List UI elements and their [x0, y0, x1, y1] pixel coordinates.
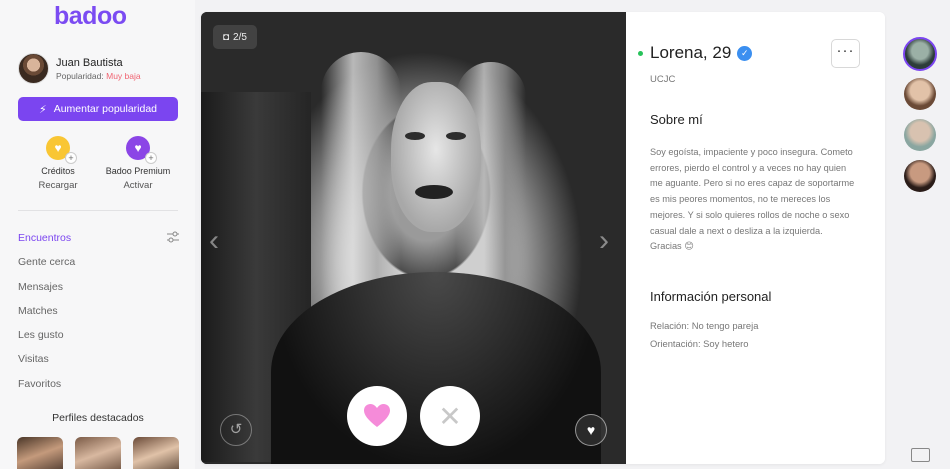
- pass-button[interactable]: ✕: [420, 386, 480, 446]
- boost-popularity-button[interactable]: ⚡ Aumentar popularidad: [18, 97, 178, 121]
- activate-link[interactable]: Activar: [98, 180, 178, 191]
- previous-photo-arrow-icon[interactable]: ‹: [209, 224, 219, 258]
- profile-thumbnail-active[interactable]: [903, 37, 937, 71]
- recharge-link[interactable]: Recargar: [18, 180, 98, 191]
- nav-item-gente-cerca[interactable]: Gente cerca: [18, 253, 180, 277]
- superlike-button[interactable]: ♥: [575, 414, 607, 446]
- profile-name: Lorena, 29 ✓: [650, 43, 753, 63]
- profile-bio: Soy egoísta, impaciente y poco insegura.…: [650, 147, 855, 252]
- online-indicator: [638, 51, 643, 56]
- badoo-logo[interactable]: badoo: [54, 2, 127, 31]
- about-heading: Sobre mí: [650, 112, 703, 127]
- boost-popularity-label: Aumentar popularidad: [53, 103, 158, 115]
- next-photo-arrow-icon[interactable]: ›: [599, 224, 609, 258]
- close-icon: ✕: [438, 400, 462, 432]
- popularity-value: Muy baja: [106, 70, 141, 81]
- profile-thumbnail[interactable]: [904, 78, 936, 110]
- nav-item-encuentros[interactable]: Encuentros: [18, 229, 180, 253]
- heart-icon: [364, 404, 390, 427]
- nav-item-les-gusto[interactable]: Les gusto: [18, 326, 180, 350]
- relationship-status: Relación: No tengo pareja: [650, 320, 759, 331]
- premium-title: Badoo Premium: [105, 166, 171, 176]
- nav-item-matches[interactable]: Matches: [18, 302, 180, 326]
- like-button[interactable]: [347, 386, 407, 446]
- nav-item-visitas[interactable]: Visitas: [18, 350, 180, 374]
- profile-thumbnail[interactable]: [904, 160, 936, 192]
- profile-details: Lorena, 29 ✓ ··· UCJC Sobre mí Soy egoís…: [626, 12, 885, 464]
- featured-profile[interactable]: [17, 437, 63, 469]
- credits-title: Créditos: [41, 166, 75, 176]
- verified-icon: ✓: [737, 45, 753, 61]
- keyboard-shortcuts-icon[interactable]: [911, 448, 930, 462]
- credits-widget[interactable]: ♥ + Créditos Recargar: [18, 136, 98, 191]
- main-navigation: Encuentros Gente cerca Mensajes Matches …: [18, 229, 180, 399]
- profile-photo[interactable]: ◘ 2/5 ‹ › ↺ ✕ ♥: [201, 12, 626, 464]
- featured-profile[interactable]: [75, 437, 121, 469]
- orientation: Orientación: Soy hetero: [650, 338, 749, 349]
- user-profile[interactable]: Juan Bautista Popularidad: Muy baja: [18, 53, 141, 84]
- popularity-status: Popularidad: Muy baja: [56, 70, 141, 81]
- featured-profile[interactable]: [133, 437, 179, 469]
- photo-counter: ◘ 2/5: [213, 25, 257, 49]
- personal-info-heading: Información personal: [650, 289, 772, 304]
- heart-coin-icon: ♥ +: [46, 136, 77, 164]
- encounter-card: ◘ 2/5 ‹ › ↺ ✕ ♥ Lorena, 29 ✓ ··· UCJC So…: [201, 12, 885, 464]
- profile-thumbnail[interactable]: [904, 119, 936, 151]
- filter-icon[interactable]: [166, 230, 180, 244]
- sidebar: badoo Juan Bautista Popularidad: Muy baj…: [0, 0, 195, 469]
- avatar[interactable]: [18, 53, 49, 84]
- plus-icon: +: [65, 152, 77, 164]
- divider: [18, 210, 178, 211]
- undo-icon: ↺: [229, 421, 243, 438]
- nav-item-favoritos[interactable]: Favoritos: [18, 375, 180, 399]
- profile-name-age: Lorena, 29: [650, 43, 732, 62]
- plus-icon: +: [145, 152, 157, 164]
- premium-heart-icon: ♥ +: [126, 136, 157, 164]
- user-name[interactable]: Juan Bautista: [56, 57, 141, 69]
- more-options-button[interactable]: ···: [831, 39, 860, 68]
- premium-widget[interactable]: ♥ + Badoo Premium Activar: [98, 136, 178, 191]
- heart-plus-icon: ♥: [586, 422, 596, 438]
- featured-profiles-title: Perfiles destacados: [52, 412, 144, 424]
- camera-icon: ◘: [223, 31, 230, 43]
- undo-button[interactable]: ↺: [220, 414, 252, 446]
- nav-item-mensajes[interactable]: Mensajes: [18, 278, 180, 302]
- profile-location: UCJC: [650, 74, 676, 85]
- photo-counter-text: 2/5: [233, 31, 247, 43]
- lightning-icon: ⚡: [38, 103, 47, 116]
